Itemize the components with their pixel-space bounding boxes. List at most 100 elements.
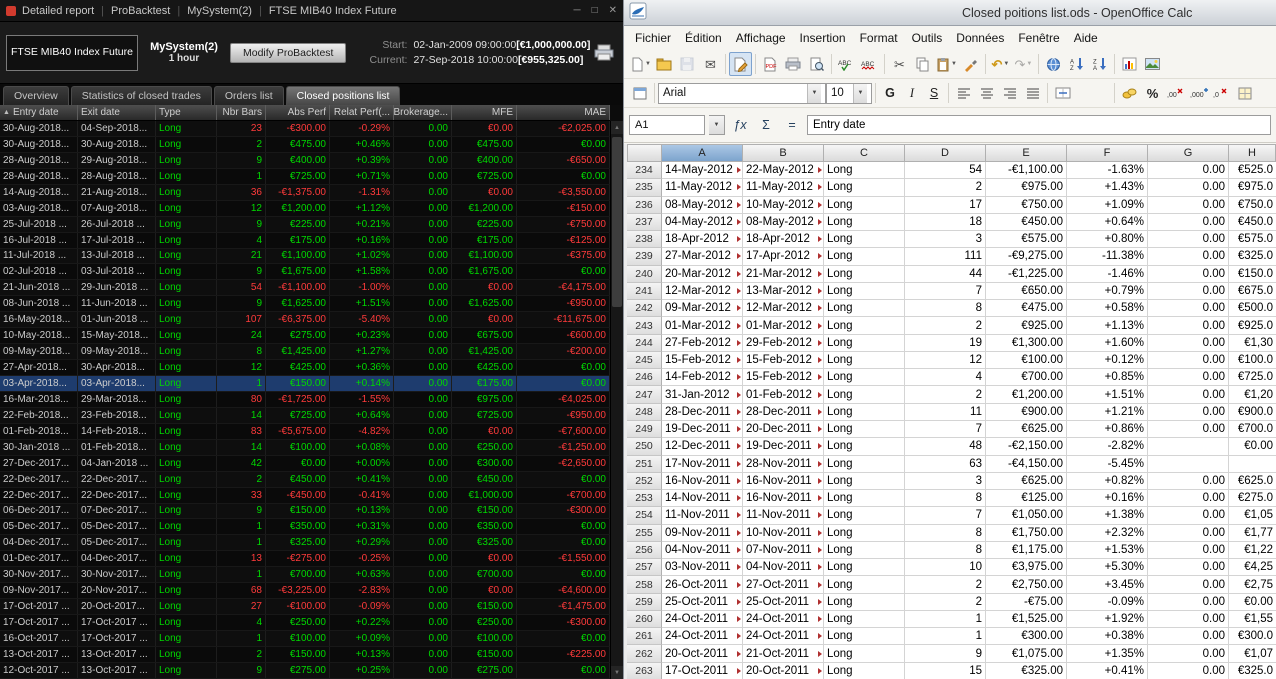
cell-H243[interactable]: €925.0 [1229, 317, 1276, 335]
cell-D249[interactable]: 7 [905, 420, 986, 439]
cell-A236[interactable]: 08-May-2012 [662, 196, 743, 214]
cell-H245[interactable]: €100.0 [1229, 351, 1276, 370]
cell-A253[interactable]: 14-Nov-2011 [662, 490, 743, 508]
column-header-e[interactable]: E [986, 144, 1067, 162]
scroll-up-icon[interactable]: ▲ [611, 121, 623, 134]
cell-A240[interactable]: 20-Mar-2012 [662, 265, 743, 283]
cell-A246[interactable]: 14-Feb-2012 [662, 369, 743, 387]
scroll-down-icon[interactable]: ▼ [611, 666, 623, 679]
cell-B245[interactable]: 15-Feb-2012 [743, 351, 824, 370]
function-wizard-icon[interactable]: ƒx [729, 118, 751, 132]
cell-C246[interactable]: Long [824, 369, 905, 387]
cell-C252[interactable]: Long [824, 472, 905, 491]
column-header-h[interactable]: H [1229, 144, 1276, 162]
close-button[interactable]: ✕ [609, 5, 617, 16]
align-justify-icon[interactable] [1021, 81, 1044, 105]
print-icon[interactable] [591, 44, 617, 61]
open-folder-icon[interactable] [653, 52, 676, 76]
cell-D246[interactable]: 4 [905, 369, 986, 387]
cell-A262[interactable]: 20-Oct-2011 [662, 645, 743, 663]
row-header-246[interactable]: 246 [627, 369, 662, 387]
cell-B251[interactable]: 28-Nov-2011 [743, 455, 824, 473]
cell-H254[interactable]: €1,05 [1229, 507, 1276, 525]
email-icon[interactable]: ✉ [699, 52, 722, 76]
cell-A260[interactable]: 24-Oct-2011 [662, 610, 743, 629]
cell-E252[interactable]: €625.00 [986, 472, 1067, 491]
row-header-245[interactable]: 245 [627, 351, 662, 370]
menu-fichier[interactable]: Fichier [628, 28, 678, 48]
cell-G259[interactable]: 0.00 [1148, 593, 1229, 611]
cell-B237[interactable]: 08-May-2012 [743, 213, 824, 232]
cell-C262[interactable]: Long [824, 645, 905, 663]
cell-B238[interactable]: 18-Apr-2012 [743, 231, 824, 249]
cell-H240[interactable]: €150.0 [1229, 265, 1276, 283]
cell-G234[interactable]: 0.00 [1148, 162, 1229, 180]
cell-C241[interactable]: Long [824, 282, 905, 301]
cell-C238[interactable]: Long [824, 231, 905, 249]
cell-H241[interactable]: €675.0 [1229, 282, 1276, 301]
minimize-button[interactable]: ─ [573, 5, 580, 16]
align-right-icon[interactable] [998, 81, 1021, 105]
menu-affichage[interactable]: Affichage [729, 28, 793, 48]
cell-F257[interactable]: +5.30% [1067, 559, 1148, 577]
cell-E263[interactable]: €325.00 [986, 662, 1067, 679]
cell-C256[interactable]: Long [824, 541, 905, 560]
table-row[interactable]: 09-May-2018... 09-May-2018... Long 8 €1,425.… [0, 344, 610, 361]
font-name-combo[interactable]: Arial ▼ [658, 82, 826, 104]
cell-D252[interactable]: 3 [905, 472, 986, 491]
cell-E244[interactable]: €1,300.00 [986, 334, 1067, 352]
cell-D263[interactable]: 15 [905, 662, 986, 679]
table-row[interactable]: 30-Aug-2018... 30-Aug-2018... Long 2 €475.00… [0, 136, 610, 153]
table-row[interactable]: 27-Dec-2017... 04-Jan-2018 ... Long 42 €0.00… [0, 455, 610, 472]
column-header-c[interactable]: C [824, 144, 905, 162]
cell-G262[interactable]: 0.00 [1148, 645, 1229, 663]
cell-F236[interactable]: +1.09% [1067, 196, 1148, 214]
cell-F238[interactable]: +0.80% [1067, 231, 1148, 249]
cell-E249[interactable]: €625.00 [986, 420, 1067, 439]
cell-F262[interactable]: +1.35% [1067, 645, 1148, 663]
cell-D254[interactable]: 7 [905, 507, 986, 525]
table-row[interactable]: 13-Oct-2017 ... 13-Oct-2017 ... Long 2 €150.… [0, 646, 610, 663]
table-row[interactable]: 22-Feb-2018... 23-Feb-2018... Long 14 €725.0… [0, 407, 610, 424]
percent-format-icon[interactable]: % [1141, 81, 1164, 105]
cell-E248[interactable]: €900.00 [986, 403, 1067, 421]
cell-A259[interactable]: 25-Oct-2011 [662, 593, 743, 611]
formula-icon[interactable]: = [781, 118, 803, 132]
cell-D256[interactable]: 8 [905, 541, 986, 560]
tab-overview[interactable]: Overview [3, 86, 69, 105]
menu-format[interactable]: Format [853, 28, 905, 48]
cell-B234[interactable]: 22-May-2012 [743, 162, 824, 180]
cell-A241[interactable]: 12-Mar-2012 [662, 282, 743, 301]
cell-A242[interactable]: 09-Mar-2012 [662, 300, 743, 318]
row-header-255[interactable]: 255 [627, 524, 662, 542]
table-row[interactable]: 14-Aug-2018... 21-Aug-2018... Long 36 -€1,37… [0, 184, 610, 201]
tab-closed-positions-list[interactable]: Closed positions list [285, 86, 401, 105]
chevron-down-icon[interactable]: ▼ [709, 115, 725, 135]
row-header-242[interactable]: 242 [627, 300, 662, 318]
row-header-244[interactable]: 244 [627, 334, 662, 352]
tab-orders-list[interactable]: Orders list [213, 86, 284, 105]
cell-A243[interactable]: 01-Mar-2012 [662, 317, 743, 335]
cell-C253[interactable]: Long [824, 490, 905, 508]
cell-B243[interactable]: 01-Mar-2012 [743, 317, 824, 335]
chevron-down-icon[interactable]: ▼ [853, 83, 867, 103]
cell-G237[interactable]: 0.00 [1148, 213, 1229, 232]
cell-D259[interactable]: 2 [905, 593, 986, 611]
cell-H239[interactable]: €325.0 [1229, 248, 1276, 266]
cell-D240[interactable]: 44 [905, 265, 986, 283]
cell-E239[interactable]: -€9,275.00 [986, 248, 1067, 266]
row-header-240[interactable]: 240 [627, 265, 662, 283]
cell-B244[interactable]: 29-Feb-2012 [743, 334, 824, 352]
cell-E236[interactable]: €750.00 [986, 196, 1067, 214]
edit-mode-icon[interactable] [728, 52, 752, 76]
table-row[interactable]: 12-Oct-2017 ... 13-Oct-2017 ... Long 9 €275.… [0, 662, 610, 679]
cell-H253[interactable]: €275.0 [1229, 490, 1276, 508]
table-row[interactable]: 08-Jun-2018 ... 11-Jun-2018 ... Long 9 €1,62… [0, 296, 610, 313]
cell-B250[interactable]: 19-Dec-2011 [743, 438, 824, 456]
menu-aide[interactable]: Aide [1067, 28, 1105, 48]
tab-statistics-of-closed-trades[interactable]: Statistics of closed trades [70, 86, 212, 105]
cell-G253[interactable]: 0.00 [1148, 490, 1229, 508]
cell-C243[interactable]: Long [824, 317, 905, 335]
cell-F248[interactable]: +1.21% [1067, 403, 1148, 421]
cell-D261[interactable]: 1 [905, 628, 986, 646]
